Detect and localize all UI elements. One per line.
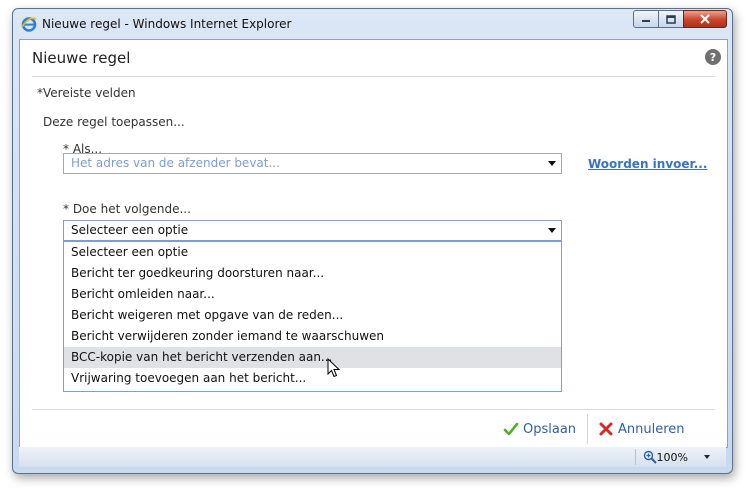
cancel-button[interactable]: Annuleren	[598, 418, 685, 440]
minimize-button[interactable]	[633, 10, 659, 28]
required-fields-note: *Vereiste velden	[37, 86, 136, 100]
window-title: Nieuwe regel - Windows Internet Explorer	[42, 17, 292, 31]
zoom-icon	[643, 450, 657, 464]
action-label: * Doe het volgende...	[63, 202, 191, 216]
dropdown-option[interactable]: Bericht weigeren met opgave van de reden…	[64, 305, 561, 326]
zoom-control[interactable]: 100%	[643, 450, 688, 464]
maximize-icon	[666, 14, 676, 24]
save-button[interactable]: Opslaan	[503, 418, 576, 440]
divider	[32, 76, 715, 77]
zoom-level: 100%	[656, 450, 688, 464]
condition-select-value: Het adres van de afzender bevat...	[71, 156, 280, 170]
button-separator	[587, 414, 588, 444]
apply-rule-label: Deze regel toepassen...	[43, 115, 185, 129]
mouse-cursor-icon	[327, 358, 341, 378]
minimize-icon	[642, 20, 650, 22]
browser-window: Nieuwe regel - Windows Internet Explorer…	[12, 8, 733, 474]
window-controls	[633, 10, 727, 28]
title-bar[interactable]: Nieuwe regel - Windows Internet Explorer	[13, 9, 732, 39]
status-bar: 100%	[19, 447, 726, 467]
dialog-content: Nieuwe regel ? *Vereiste velden Deze reg…	[19, 39, 728, 448]
dropdown-option[interactable]: Selecteer een optie	[64, 242, 561, 263]
action-select-value: Selecteer een optie	[71, 223, 189, 237]
action-dropdown-list: Selecteer een optie Bericht ter goedkeur…	[63, 241, 562, 392]
close-icon	[700, 14, 710, 24]
checkmark-icon	[503, 422, 519, 436]
help-icon[interactable]: ?	[705, 49, 721, 65]
save-button-label: Opslaan	[523, 421, 577, 437]
action-select[interactable]: Selecteer een optie	[63, 220, 562, 241]
dropdown-option[interactable]: Vrijwaring toevoegen aan het bericht...	[64, 368, 561, 389]
close-button[interactable]	[683, 10, 727, 28]
internet-explorer-icon	[21, 17, 37, 32]
dropdown-option[interactable]: Bericht ter goedkeuring doorsturen naar.…	[64, 263, 561, 284]
close-x-icon	[599, 422, 613, 436]
divider	[32, 409, 715, 410]
dropdown-option[interactable]: Bericht omleiden naar...	[64, 284, 561, 305]
dropdown-option-hovered[interactable]: BCC-kopie van het bericht verzenden aan.…	[64, 347, 561, 368]
chevron-down-icon[interactable]	[704, 455, 710, 459]
dropdown-option[interactable]: Bericht verwijderen zonder iemand te waa…	[64, 326, 561, 347]
cancel-button-label: Annuleren	[618, 421, 685, 437]
chevron-down-icon	[548, 161, 556, 166]
dialog-title: Nieuwe regel	[32, 49, 131, 67]
enter-words-link[interactable]: Woorden invoer...	[588, 157, 707, 171]
maximize-button[interactable]	[658, 10, 684, 28]
condition-select[interactable]: Het adres van de afzender bevat...	[63, 153, 562, 174]
chevron-down-icon	[548, 228, 556, 233]
status-divider	[635, 449, 636, 465]
